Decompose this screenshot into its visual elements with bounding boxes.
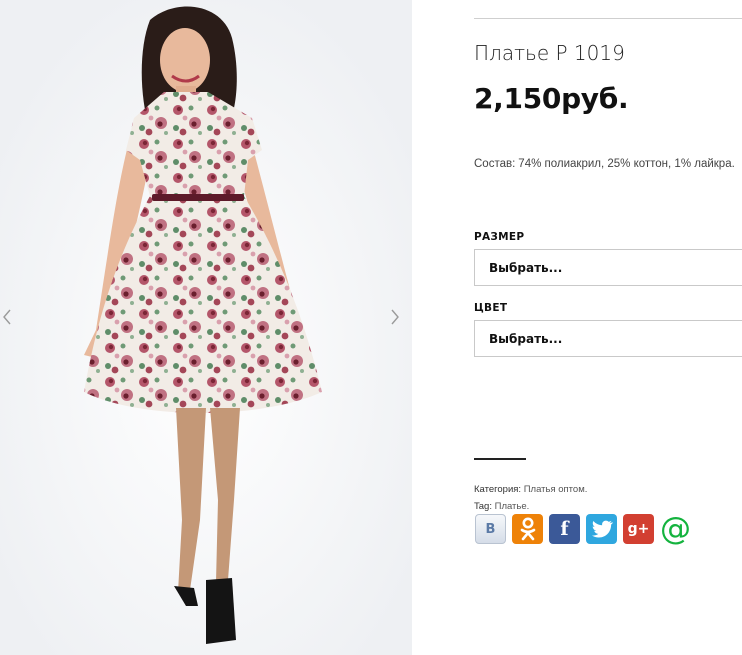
product-gallery	[0, 0, 412, 655]
odnoklassniki-icon[interactable]	[512, 514, 543, 544]
color-label: ЦВЕТ	[474, 302, 508, 314]
product-category: Категория: Платья оптом.	[474, 484, 587, 495]
twitter-icon[interactable]	[586, 514, 617, 544]
top-divider	[474, 18, 742, 19]
category-label: Категория:	[474, 484, 522, 495]
composition-label: Состав:	[474, 158, 516, 170]
size-select-value: Выбрать...	[489, 260, 563, 275]
facebook-icon[interactable]: f	[549, 514, 580, 544]
tag-label: Tag:	[474, 501, 492, 512]
share-bar: В f g+ @	[475, 511, 691, 547]
size-select[interactable]: Выбрать...	[474, 249, 742, 286]
size-label: РАЗМЕР	[474, 231, 525, 243]
vk-icon[interactable]: В	[475, 514, 506, 544]
product-price: 2,150руб.	[474, 82, 629, 115]
twitter-bird-glyph	[591, 520, 613, 538]
category-link[interactable]: Платья оптом.	[524, 484, 588, 495]
gallery-prev-button[interactable]	[0, 304, 16, 330]
gallery-next-button[interactable]	[387, 304, 403, 330]
meta-divider	[474, 458, 526, 460]
google-plus-icon[interactable]: g+	[623, 514, 654, 544]
odnoklassniki-glyph	[520, 517, 535, 541]
chevron-left-icon	[3, 309, 11, 325]
color-select-value: Выбрать...	[489, 331, 563, 346]
product-tags: Tag: Платье.	[474, 501, 529, 512]
product-image[interactable]	[0, 0, 412, 655]
chevron-right-icon	[391, 309, 399, 325]
mail-ru-icon[interactable]: @	[660, 511, 691, 547]
composition-value: 74% полиакрил, 25% коттон, 1% лайкра.	[518, 158, 735, 170]
product-title: Платье Р 1019	[474, 41, 625, 65]
color-select[interactable]: Выбрать...	[474, 320, 742, 357]
product-composition: Состав: 74% полиакрил, 25% коттон, 1% лай…	[474, 158, 735, 170]
tag-link[interactable]: Платье.	[495, 501, 530, 512]
product-summary: Платье Р 1019 2,150руб. Состав: 74% полиа…	[474, 0, 742, 655]
